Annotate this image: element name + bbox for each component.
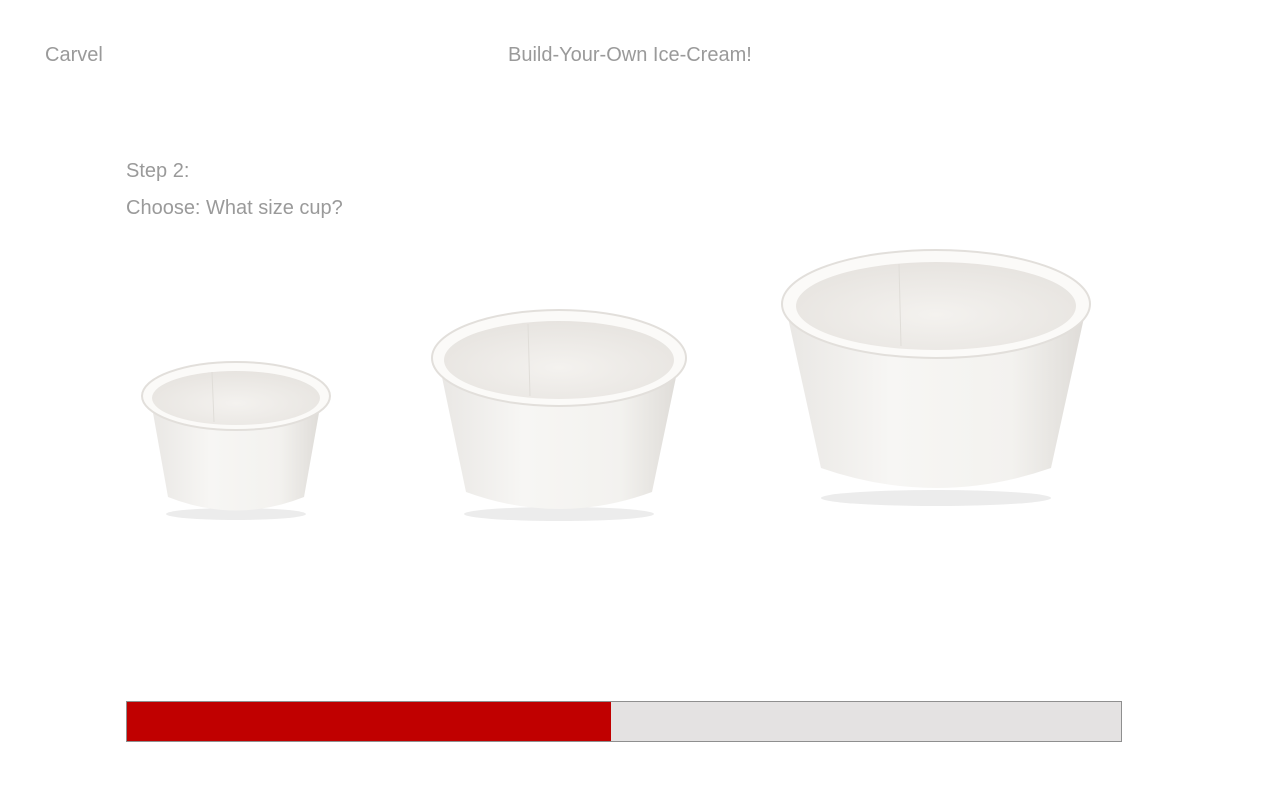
brand-logo-text: Carvel: [45, 44, 103, 66]
page-title: Build-Your-Own Ice-Cream!: [508, 44, 752, 66]
cup-large-icon: [781, 249, 1091, 506]
cup-small-icon: [141, 361, 331, 520]
step-prompt: Choose: What size cup?: [126, 197, 343, 219]
cup-medium-option[interactable]: [426, 300, 692, 524]
progress-bar: [126, 701, 1122, 742]
cup-large-option[interactable]: [775, 240, 1097, 510]
progress-bar-fill: [127, 702, 612, 741]
step-label: Step 2:: [126, 160, 190, 182]
cup-small-option[interactable]: [136, 352, 336, 524]
cup-medium-icon: [431, 309, 687, 521]
